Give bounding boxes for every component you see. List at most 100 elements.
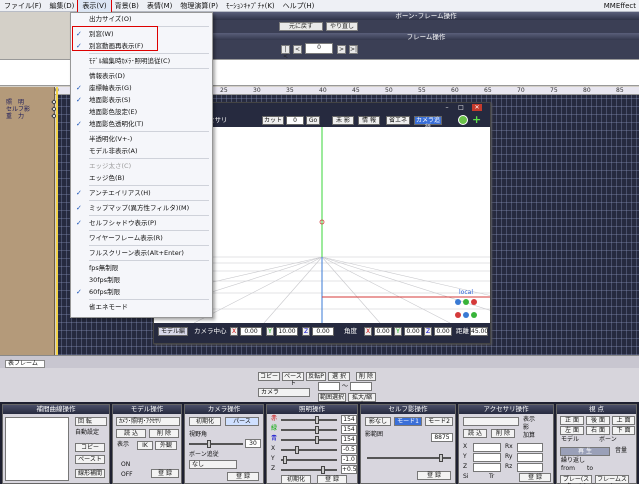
- view-menu-item[interactable]: エッジ太さ(C): [71, 160, 212, 172]
- delete-button[interactable]: 削 除: [356, 372, 376, 381]
- model-delete-button[interactable]: 削 除: [149, 429, 179, 438]
- light-z-value[interactable]: +0.5: [341, 465, 357, 474]
- accessory-rx-input[interactable]: [517, 443, 543, 452]
- linear-interp-button[interactable]: 線形補間: [75, 469, 105, 478]
- minimize-icon[interactable]: –: [442, 104, 452, 111]
- model-select-button[interactable]: 未 影: [332, 116, 354, 125]
- interp-paste-button[interactable]: ペースト: [75, 455, 105, 464]
- shadow-mode1-button[interactable]: モード1: [394, 417, 422, 426]
- frame-number-field[interactable]: 0: [305, 43, 333, 54]
- light-green-value[interactable]: 154: [341, 425, 357, 434]
- view-menu-item[interactable]: 出力サイズ(O): [71, 13, 212, 25]
- light-z-slider[interactable]: [281, 466, 337, 474]
- light-red-slider[interactable]: [281, 416, 337, 424]
- bone-light[interactable]: 照 明: [6, 99, 24, 106]
- view-menu-item[interactable]: ✓ 地面影表示(S): [71, 94, 212, 106]
- play-start-button[interactable]: プレー(スタート): [560, 475, 592, 484]
- zoom-icon[interactable]: [458, 115, 468, 125]
- bone-gravity[interactable]: 重 力: [6, 113, 24, 120]
- reverse-paste-button[interactable]: 反転P: [306, 372, 326, 381]
- bone-self-shadow[interactable]: セルフ影: [6, 106, 30, 113]
- view-menu-item[interactable]: 30fps制限: [71, 274, 212, 286]
- accessory-delete-button[interactable]: 削 除: [491, 429, 515, 438]
- camera-y-input[interactable]: 10.00: [276, 327, 298, 336]
- shadow-mode2-button[interactable]: モード2: [425, 417, 453, 426]
- view-front-button[interactable]: 正 面: [560, 416, 584, 425]
- expand-button[interactable]: 拡大/縮小: [348, 393, 376, 408]
- energy-save-button[interactable]: 省エネ: [386, 116, 410, 125]
- menu-help[interactable]: ヘルプ(H): [279, 0, 319, 12]
- view-angle-slider[interactable]: [189, 440, 243, 448]
- prev-frame-button-front[interactable]: <: [293, 45, 302, 54]
- distance-input[interactable]: 45.00: [470, 327, 488, 336]
- view-menu-item[interactable]: 省エネモード: [71, 301, 212, 313]
- repeat-checkbox[interactable]: 繰り返し: [561, 457, 585, 465]
- view-menu-item[interactable]: ワイヤーフレーム表示(R): [71, 232, 212, 244]
- menu-expression[interactable]: 表情(M): [143, 0, 177, 12]
- view-bone-checkbox[interactable]: ボーン: [599, 436, 617, 444]
- accessory-show-checkbox[interactable]: 表示: [523, 416, 535, 424]
- menu-physics[interactable]: 物理演算(P): [176, 0, 222, 12]
- angle-x-input[interactable]: 0.00: [374, 327, 392, 336]
- view-menu-item[interactable]: ✓ ミップマップ(異方性フィルタ)(M): [71, 202, 212, 214]
- to-checkbox[interactable]: to: [587, 465, 593, 473]
- close-icon[interactable]: ✕: [472, 104, 482, 111]
- accessory-register-button[interactable]: 登 録: [519, 473, 551, 482]
- light-red-value[interactable]: 154: [341, 415, 357, 424]
- off-radio[interactable]: OFF: [121, 471, 133, 479]
- interp-curve-canvas[interactable]: [5, 417, 69, 481]
- shadow-none-button[interactable]: 影なし: [365, 417, 391, 426]
- interp-auto-checkbox[interactable]: 自動設定: [75, 429, 99, 437]
- frame-cursor[interactable]: [56, 87, 58, 355]
- light-blue-slider[interactable]: [281, 436, 337, 444]
- view-menu-item[interactable]: ✓ 地面影色透明化(T): [71, 118, 212, 130]
- view-menu-item[interactable]: 半透明化(V+-): [71, 133, 212, 145]
- ik-button[interactable]: IK: [137, 441, 153, 450]
- maximize-icon[interactable]: □: [456, 104, 466, 111]
- camera-init-button[interactable]: 初期化: [189, 417, 221, 426]
- accessory-x-input[interactable]: [473, 443, 501, 452]
- interp-rotate-select[interactable]: 回 転: [75, 417, 107, 426]
- light-blue-value[interactable]: 154: [341, 435, 357, 444]
- frame-label-field[interactable]: 表フレーム: [5, 360, 45, 368]
- select-button[interactable]: 選 択: [328, 372, 350, 381]
- menu-file[interactable]: ファイル(F): [0, 0, 46, 12]
- view-menu-item[interactable]: フルスクリーン表示(Alt+Enter): [71, 247, 212, 259]
- paste-button[interactable]: ペースト: [282, 372, 304, 387]
- accessory-z-input[interactable]: [473, 463, 501, 472]
- first-key-button-front[interactable]: |<: [281, 45, 290, 60]
- on-radio[interactable]: ON: [121, 461, 130, 469]
- shadow-range-slider[interactable]: [367, 454, 451, 462]
- add-icon[interactable]: +: [472, 114, 482, 125]
- view-top-button[interactable]: 上 面: [612, 416, 635, 425]
- light-x-slider[interactable]: [281, 446, 337, 454]
- redo-button[interactable]: やり直し: [326, 22, 358, 31]
- cut-value-field[interactable]: 0: [286, 116, 304, 125]
- accessory-select[interactable]: [463, 417, 519, 426]
- light-register-button[interactable]: 登 録: [317, 475, 347, 484]
- from-checkbox[interactable]: from: [561, 465, 575, 473]
- perspective-button[interactable]: パース: [225, 417, 259, 426]
- light-x-value[interactable]: -0.5: [341, 445, 357, 454]
- range-to-input[interactable]: [350, 382, 372, 391]
- go-button[interactable]: Go: [306, 116, 320, 125]
- accessory-load-button[interactable]: 読 込: [463, 429, 487, 438]
- undo-button[interactable]: 元に戻す: [279, 22, 323, 31]
- model-load-button[interactable]: 読 込: [116, 429, 146, 438]
- range-select-button[interactable]: 範囲選択: [318, 393, 346, 402]
- view-back-button[interactable]: 後 面: [586, 416, 610, 425]
- model-select[interactable]: ｶﾒﾗ･照明･ｱｸｾｻﾘ: [116, 417, 180, 426]
- view-bottom-button[interactable]: 下 面: [612, 426, 635, 435]
- camera-z-input[interactable]: 0.00: [312, 327, 334, 336]
- last-key-button-front[interactable]: >|: [349, 45, 358, 54]
- angle-z-input[interactable]: 0.00: [434, 327, 452, 336]
- menu-background[interactable]: 背景(B): [111, 0, 143, 12]
- target-select[interactable]: カメラ: [258, 388, 310, 397]
- frame-stop-button[interactable]: フレームスト: [595, 475, 629, 484]
- view-menu-item[interactable]: ✓ 座標軸表示(G): [71, 82, 212, 94]
- camera-register-button[interactable]: 登 録: [227, 472, 259, 481]
- model-edit-button[interactable]: モデル編: [158, 327, 188, 336]
- view-menu-item[interactable]: 地面影色設定(E): [71, 106, 212, 118]
- view-model-checkbox[interactable]: モデル: [561, 436, 579, 444]
- view-right-button[interactable]: 右 面: [586, 426, 610, 435]
